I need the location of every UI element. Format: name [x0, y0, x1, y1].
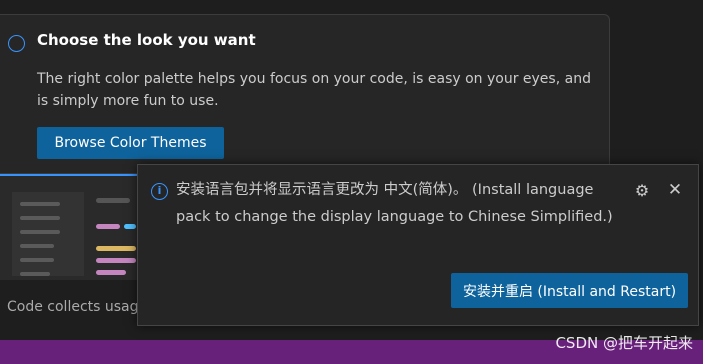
gear-icon[interactable]: ⚙ — [633, 182, 651, 200]
browse-color-themes-button[interactable]: Browse Color Themes — [37, 127, 224, 159]
preview-code-line — [96, 224, 120, 229]
step-radio-icon[interactable] — [8, 35, 25, 52]
step-title: Choose the look you want — [37, 31, 256, 49]
walkthrough-step-card[interactable]: Choose the look you want The right color… — [0, 14, 610, 174]
watermark-text: CSDN @把车开起来 — [555, 334, 693, 352]
preview-line — [20, 272, 50, 276]
close-icon[interactable]: ✕ — [666, 181, 684, 199]
preview-line — [20, 230, 60, 234]
preview-code-line — [124, 224, 136, 229]
language-pack-notification: i 安装语言包并将显示语言更改为 中文(简体)。 (Install langua… — [137, 164, 699, 326]
preview-line — [20, 244, 54, 248]
preview-line — [20, 202, 60, 206]
step-description: The right color palette helps you focus … — [37, 71, 591, 109]
preview-code-line — [96, 246, 136, 251]
install-and-restart-button[interactable]: 安装并重启 (Install and Restart) — [451, 273, 688, 308]
preview-code-line — [96, 270, 126, 275]
info-icon: i — [151, 183, 168, 200]
preview-line — [20, 216, 60, 220]
telemetry-notice-text: Code collects usag — [7, 299, 137, 315]
notification-message: 安装语言包并将显示语言更改为 中文(简体)。 (Install language… — [176, 182, 613, 225]
preview-line — [20, 258, 54, 262]
theme-preview-image — [0, 174, 140, 280]
preview-code-line — [96, 258, 136, 263]
preview-code-line — [96, 198, 130, 203]
